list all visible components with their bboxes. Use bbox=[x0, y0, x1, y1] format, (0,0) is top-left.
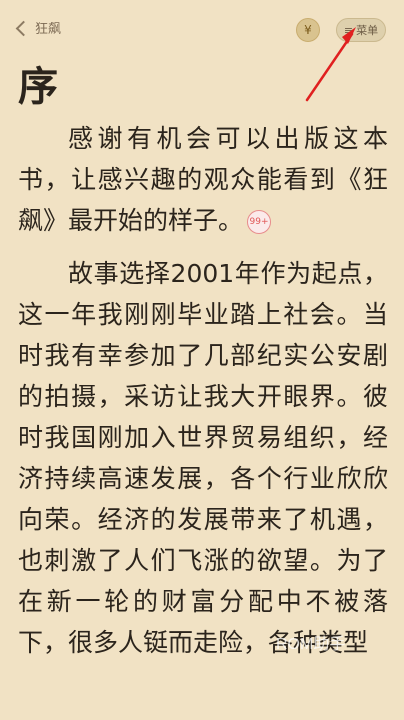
book-title-label: 狂飙 bbox=[35, 22, 62, 37]
hamburger-icon: ≡ bbox=[343, 23, 354, 37]
paragraph: 感谢有机会可以出版这本书，让感兴趣的观众能看到《狂飙》最开始的样子。 99+ bbox=[18, 118, 388, 241]
watermark-text: ROM助手 bbox=[276, 636, 346, 653]
coin-icon[interactable]: ¥ bbox=[296, 18, 320, 42]
chapter-title: 序 bbox=[18, 63, 58, 110]
chapter-text: 感谢有机会可以出版这本书，让感兴趣的观众能看到《狂飙》最开始的样子。 99+ 故事… bbox=[18, 118, 388, 675]
top-toolbar: 狂飙 ¥ ≡ 菜单 bbox=[0, 0, 404, 56]
paragraph-text: 感谢有机会可以出版这本书，让感兴趣的观众能看到《狂飙》最开始的样子。 bbox=[18, 124, 388, 235]
paragraph-text: 故事选择2001年作为起点，这一年我刚刚毕业踏上社会。当时我有幸参加了几部纪实公… bbox=[18, 259, 388, 657]
comment-count-badge[interactable]: 99+ bbox=[247, 210, 272, 234]
menu-button[interactable]: ≡ 菜单 bbox=[336, 18, 386, 42]
paragraph: 故事选择2001年作为起点，这一年我刚刚毕业踏上社会。当时我有幸参加了几部纪实公… bbox=[18, 253, 388, 663]
coin-glyph: ¥ bbox=[304, 23, 312, 37]
chevron-left-icon bbox=[15, 20, 32, 36]
back-button[interactable]: 狂飙 bbox=[15, 18, 62, 37]
menu-label: 菜单 bbox=[356, 24, 379, 37]
